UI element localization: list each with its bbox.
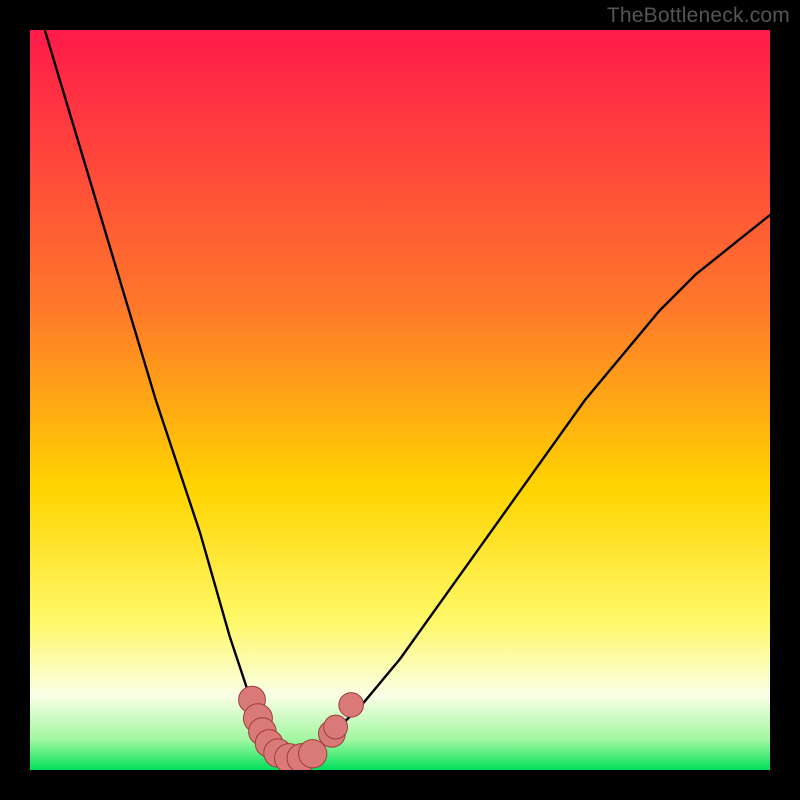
- plot-area: [30, 30, 770, 770]
- marker-dot: [339, 693, 364, 718]
- chart-frame: TheBottleneck.com: [0, 0, 800, 800]
- chart-svg: [30, 30, 770, 770]
- watermark-text: TheBottleneck.com: [607, 4, 790, 28]
- marker-dot: [324, 715, 348, 739]
